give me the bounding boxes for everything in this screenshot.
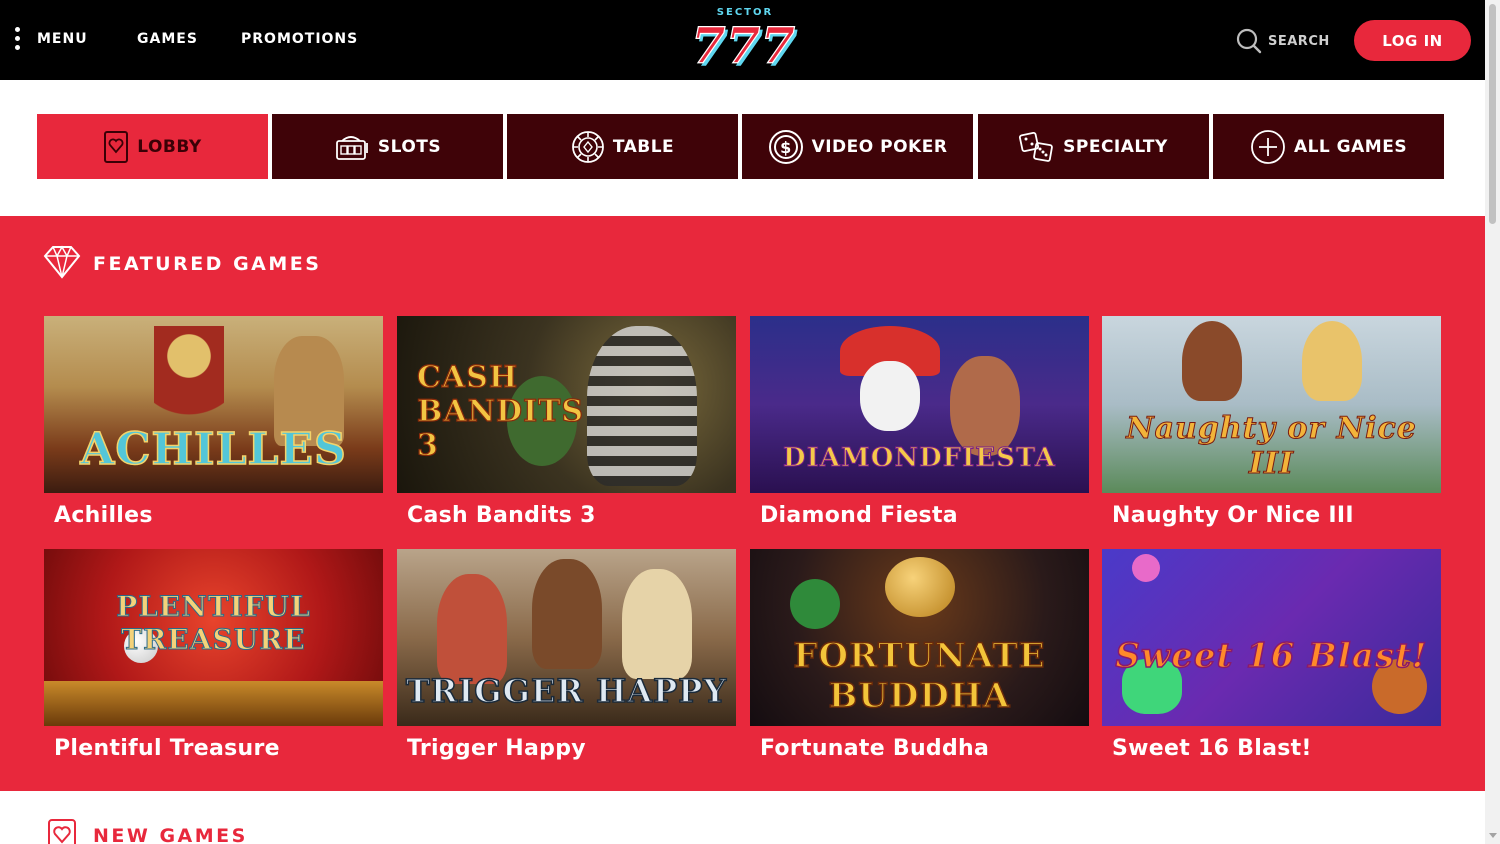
tab-label: ALL GAMES <box>1293 136 1408 157</box>
tab-label: SLOTS <box>377 136 442 157</box>
game-card-fortunate-buddha[interactable]: FORTUNATE BUDDHA Fortunate Buddha <box>750 549 1089 761</box>
menu-link[interactable]: MENU <box>37 31 88 47</box>
game-name: Achilles <box>54 503 153 528</box>
casino-lobby-page: MENU GAMES PROMOTIONS SECTOR 777 777 SEA… <box>0 0 1500 844</box>
game-card-trigger-happy[interactable]: TRIGGER HAPPY Trigger Happy <box>397 549 736 761</box>
game-thumbnail[interactable]: CASH BANDITS 3 <box>397 316 736 493</box>
top-navigation-bar: MENU GAMES PROMOTIONS SECTOR 777 777 SEA… <box>0 0 1485 80</box>
sector-777-logo[interactable]: SECTOR 777 777 <box>690 4 800 74</box>
search-label: SEARCH <box>1268 33 1330 49</box>
tab-table[interactable]: TABLE <box>507 114 738 179</box>
game-thumbnail[interactable]: PLENTIFUL TREASURE <box>44 549 383 726</box>
section-title: NEW GAMES <box>93 825 248 844</box>
game-name: Plentiful Treasure <box>54 736 280 761</box>
tab-specialty[interactable]: SPECIALTY <box>978 114 1209 179</box>
featured-games-section: FEATURED GAMES ACHILLES Achilles CASH BA… <box>0 216 1485 791</box>
game-name: Trigger Happy <box>407 736 586 761</box>
game-card-diamond-fiesta[interactable]: DIAMONDFIESTA Diamond Fiesta <box>750 316 1089 528</box>
login-button[interactable]: LOG IN <box>1354 20 1471 61</box>
page-scrollbar[interactable] <box>1485 0 1500 844</box>
dollar-coin-icon: $ <box>768 129 804 165</box>
tab-label: TABLE <box>612 136 675 157</box>
heart-card-icon <box>103 130 129 164</box>
search-button[interactable]: SEARCH <box>1236 27 1330 55</box>
tab-label: LOBBY <box>137 136 202 157</box>
game-name: Diamond Fiesta <box>760 503 958 528</box>
game-card-plentiful-treasure[interactable]: PLENTIFUL TREASURE Plentiful Treasure <box>44 549 383 761</box>
diamond-icon <box>43 245 81 279</box>
game-card-naughty-or-nice-iii[interactable]: Naughty or Nice III Naughty Or Nice III <box>1102 316 1441 528</box>
scrollbar-thumb[interactable] <box>1489 4 1496 224</box>
promotions-link[interactable]: PROMOTIONS <box>241 31 358 47</box>
section-title: FEATURED GAMES <box>93 253 322 275</box>
game-thumbnail[interactable]: Sweet 16 Blast! <box>1102 549 1441 726</box>
game-thumbnail[interactable]: Naughty or Nice III <box>1102 316 1441 493</box>
svg-text:777: 777 <box>691 16 796 74</box>
games-link[interactable]: GAMES <box>137 31 198 47</box>
tab-label: VIDEO POKER <box>811 136 948 157</box>
game-name: Fortunate Buddha <box>760 736 990 761</box>
svg-text:$: $ <box>780 138 792 157</box>
game-card-achilles[interactable]: ACHILLES Achilles <box>44 316 383 528</box>
search-icon <box>1236 28 1262 54</box>
game-thumbnail[interactable]: TRIGGER HAPPY <box>397 549 736 726</box>
game-thumbnail[interactable]: DIAMONDFIESTA <box>750 316 1089 493</box>
game-card-cash-bandits-3[interactable]: CASH BANDITS 3 Cash Bandits 3 <box>397 316 736 528</box>
tab-lobby[interactable]: LOBBY <box>37 114 268 179</box>
tab-all-games[interactable]: ALL GAMES <box>1213 114 1444 179</box>
tab-video-poker[interactable]: $ VIDEO POKER <box>742 114 973 179</box>
tab-label: SPECIALTY <box>1063 136 1168 157</box>
game-card-sweet-16-blast[interactable]: Sweet 16 Blast! Sweet 16 Blast! <box>1102 549 1441 761</box>
game-name: Naughty Or Nice III <box>1112 503 1354 528</box>
tab-slots[interactable]: SLOTS <box>272 114 503 179</box>
menu-dots-icon[interactable] <box>15 27 23 53</box>
game-thumbnail[interactable]: FORTUNATE BUDDHA <box>750 549 1089 726</box>
slot-machine-icon <box>334 133 370 161</box>
game-name: Sweet 16 Blast! <box>1112 736 1312 761</box>
scroll-down-arrow-icon[interactable] <box>1489 833 1497 838</box>
plus-circle-icon <box>1250 129 1286 165</box>
game-thumbnail[interactable]: ACHILLES <box>44 316 383 493</box>
game-name: Cash Bandits 3 <box>407 503 596 528</box>
heart-card-icon <box>48 819 76 844</box>
dice-icon <box>1019 130 1055 164</box>
poker-chip-icon <box>571 130 605 164</box>
